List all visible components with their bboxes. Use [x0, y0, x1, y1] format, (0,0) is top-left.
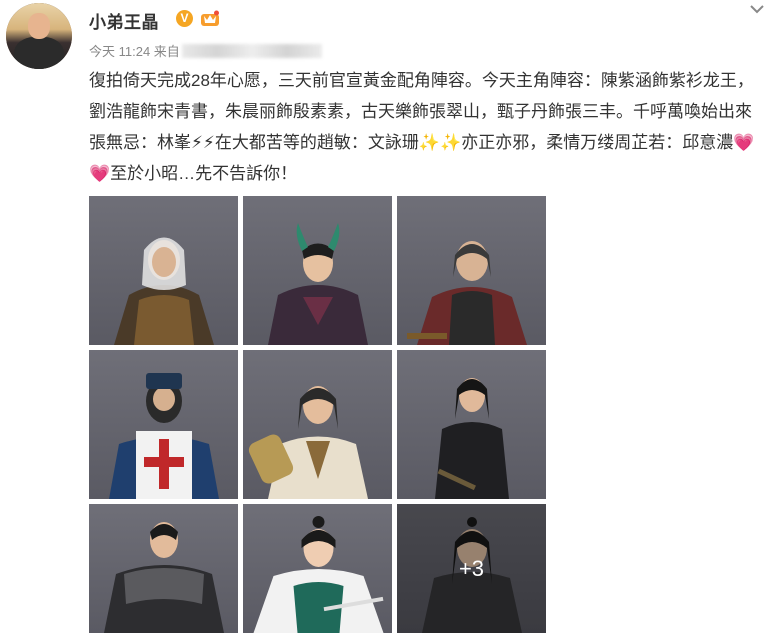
post-time: 今天 11:24 来自: [89, 44, 180, 59]
more-photos-count: +3: [397, 504, 546, 633]
crown-member-icon[interactable]: [200, 10, 220, 27]
photo-thumbnail[interactable]: [243, 504, 392, 633]
verified-icon: V: [176, 10, 193, 27]
photo-grid: +3: [89, 196, 547, 633]
chevron-down-icon[interactable]: [749, 2, 765, 16]
post-meta: 今天 11:24 来自: [89, 41, 322, 60]
author-name[interactable]: 小弟王晶: [89, 8, 159, 33]
photo-thumbnail[interactable]: [89, 504, 238, 633]
photo-thumbnail[interactable]: [243, 196, 392, 345]
photo-thumbnail[interactable]: [89, 350, 238, 499]
photo-thumbnail[interactable]: [397, 196, 546, 345]
photo-thumbnail[interactable]: [243, 350, 392, 499]
photo-thumbnail[interactable]: [397, 350, 546, 499]
photo-thumbnail[interactable]: [89, 196, 238, 345]
post-text: 復拍倚天完成28年心愿，三天前官宣黃金配角陣容。今天主角陣容：陳紫涵飾紫衫龙王，…: [89, 71, 755, 183]
photo-thumbnail-more[interactable]: +3: [397, 504, 546, 633]
blurred-source: [181, 44, 322, 58]
avatar[interactable]: [6, 3, 72, 69]
